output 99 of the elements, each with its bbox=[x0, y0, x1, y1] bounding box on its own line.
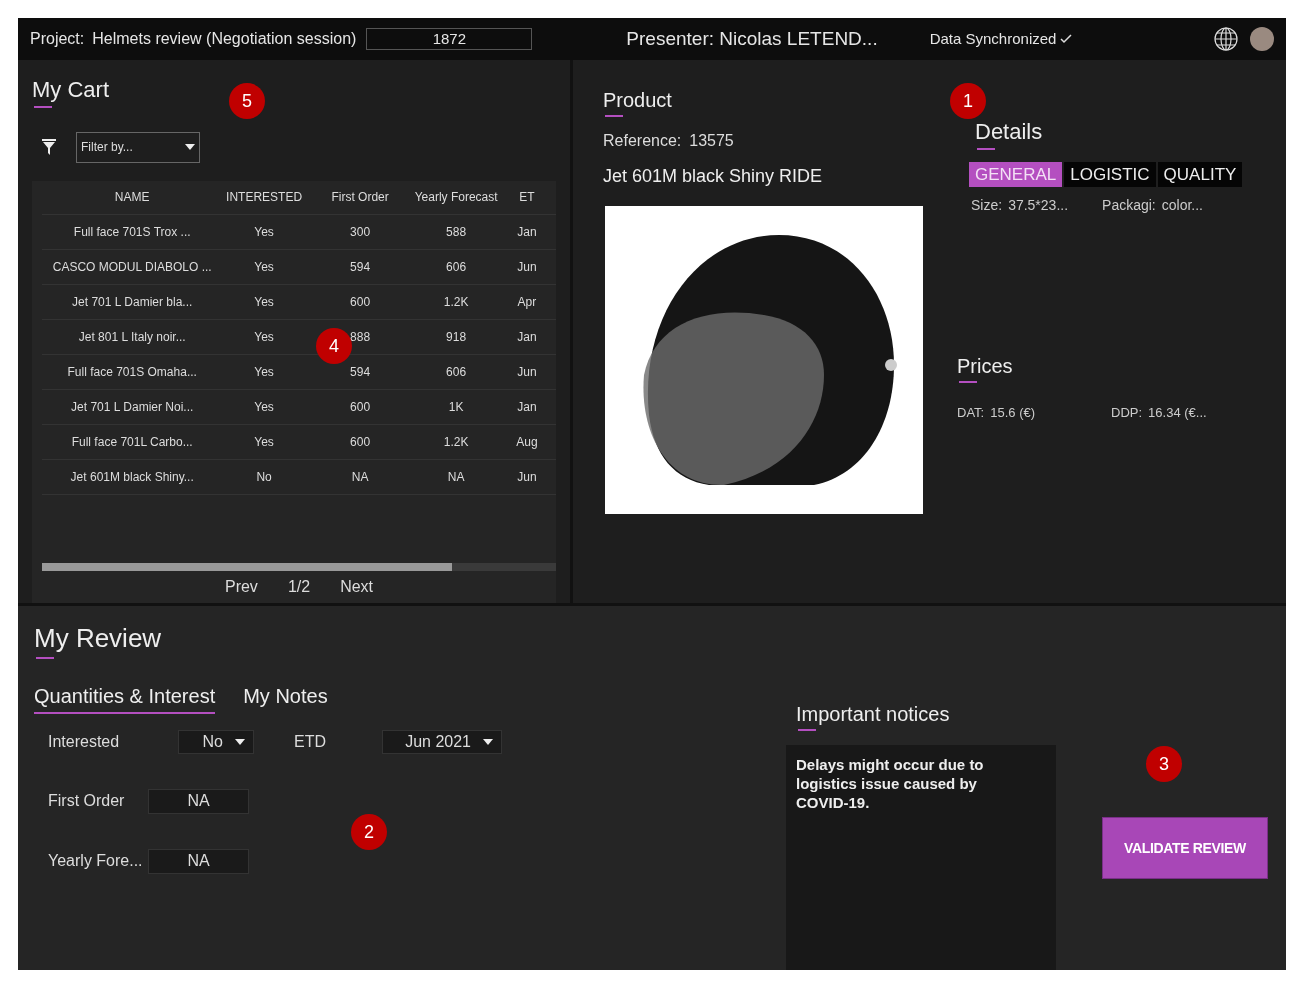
table-cell-text: NA bbox=[447, 468, 465, 486]
section-title: Product bbox=[603, 88, 672, 113]
table-cell-text: 888 bbox=[350, 328, 371, 346]
table-row[interactable]: Full face 701S Trox ... Yes 300 588 Jan bbox=[42, 214, 556, 250]
price-value: 15.6 (€) bbox=[990, 403, 1036, 422]
table-row[interactable]: Jet 601M black Shiny... No NA NA Jun bbox=[42, 459, 556, 495]
details-tab[interactable]: LOGISTIC bbox=[1064, 161, 1156, 187]
caret-icon bbox=[235, 738, 245, 745]
price-label: DAT: bbox=[957, 403, 985, 422]
table-cell-text: 606 bbox=[446, 258, 467, 276]
table-cell-text: Yes bbox=[254, 328, 274, 346]
table-row[interactable]: Jet 701 L Damier Noi... Yes 600 1K Jan bbox=[42, 389, 556, 425]
interested-dropdown[interactable]: No bbox=[178, 729, 254, 754]
column-header[interactable]: NAME bbox=[114, 188, 150, 206]
field-label: Packagi: bbox=[1102, 195, 1156, 215]
table-cell-text: Jan bbox=[517, 223, 537, 241]
table-row[interactable]: Full face 701L Carbo... Yes 600 1.2K Aug bbox=[42, 424, 556, 460]
field-label: Size: bbox=[971, 195, 1003, 215]
etd-dropdown[interactable]: Jun 2021 bbox=[382, 729, 502, 754]
price-value: 16.34 (€... bbox=[1148, 403, 1207, 422]
field-label: First Order bbox=[48, 791, 126, 811]
section-title: Details bbox=[975, 118, 1043, 146]
details-tab[interactable]: QUALITY bbox=[1157, 161, 1243, 187]
table-cell-text: Full face 701S Trox ... bbox=[73, 223, 191, 241]
table-cell-text: Yes bbox=[254, 433, 274, 451]
field-label: ETD bbox=[294, 731, 327, 752]
field-label: Yearly Fore... bbox=[48, 851, 144, 871]
section-title: My Review bbox=[34, 622, 162, 655]
caret-icon bbox=[483, 738, 493, 745]
project-label: Project: bbox=[30, 29, 85, 49]
table-cell-text: Jun bbox=[517, 258, 537, 276]
review-tab[interactable]: My Notes bbox=[243, 680, 328, 714]
quantity-field[interactable]: NA bbox=[148, 788, 249, 814]
table-cell-text: Yes bbox=[254, 258, 274, 276]
check-icon bbox=[1060, 34, 1073, 44]
table-cell-text: 1K bbox=[448, 398, 464, 416]
filter-dropdown[interactable]: Filter by... bbox=[76, 131, 200, 163]
column-header[interactable]: INTERESTED bbox=[226, 188, 303, 206]
table-cell-text: Aug bbox=[516, 433, 538, 451]
prev-button[interactable]: Prev bbox=[224, 575, 258, 599]
presenter-name: Presenter: Nicolas LETEND... bbox=[626, 26, 878, 51]
column-header[interactable]: ET bbox=[519, 188, 535, 206]
field-label: Interested bbox=[48, 731, 121, 752]
section-title: Important notices bbox=[796, 702, 950, 727]
table-cell-text: Full face 701L Carbo... bbox=[71, 433, 193, 451]
table-cell-text: 1.2K bbox=[443, 433, 469, 451]
table-cell-text: Jun bbox=[517, 468, 537, 486]
table-cell-text: 600 bbox=[350, 398, 371, 416]
table-cell-text: Jan bbox=[517, 328, 537, 346]
table-cell-text: Jet 601M black Shiny... bbox=[70, 468, 194, 486]
table-row[interactable]: CASCO MODUL DIABOLO ... Yes 594 606 Jun bbox=[42, 249, 556, 285]
project-name: Helmets review (Negotiation session) bbox=[92, 29, 357, 49]
page-indicator: 1/2 bbox=[287, 577, 311, 597]
field-value: color... bbox=[1161, 195, 1203, 215]
user-avatar[interactable] bbox=[1250, 27, 1274, 51]
table-cell-text: 300 bbox=[350, 223, 371, 241]
table-cell-text: 1.2K bbox=[443, 293, 469, 311]
filter-icon[interactable] bbox=[42, 139, 56, 155]
table-cell-text: No bbox=[256, 468, 272, 486]
notice-text: Delays might occur due to logistics issue caused by COVID-19. bbox=[796, 755, 985, 812]
section-title: My Cart bbox=[32, 76, 109, 104]
table-cell-text: Jet 801 L Italy noir... bbox=[78, 328, 186, 346]
table-cell-text: Yes bbox=[254, 363, 274, 381]
next-button[interactable]: Next bbox=[340, 575, 374, 599]
table-row[interactable]: Jet 701 L Damier bla... Yes 600 1.2K Apr bbox=[42, 284, 556, 320]
table-cell-text: 606 bbox=[446, 363, 467, 381]
table-cell-text: Full face 701S Omaha... bbox=[67, 363, 197, 381]
table-cell-text: 594 bbox=[350, 363, 371, 381]
table-cell-text: NA bbox=[351, 468, 369, 486]
table-cell-text: Yes bbox=[254, 293, 274, 311]
sync-status: Data Synchronized bbox=[929, 28, 1057, 49]
table-cell-text: CASCO MODUL DIABOLO ... bbox=[52, 258, 212, 276]
field-value: 37.5*23... bbox=[1008, 195, 1069, 215]
validate-review-button[interactable]: VALIDATE REVIEW bbox=[1102, 817, 1268, 879]
horizontal-scrollbar[interactable] bbox=[42, 563, 556, 571]
caret-icon bbox=[185, 144, 195, 150]
table-cell-text: Jan bbox=[517, 398, 537, 416]
project-code-field[interactable]: 1872 bbox=[366, 28, 533, 50]
table-cell-text: 588 bbox=[446, 223, 467, 241]
price-label: DDP: bbox=[1111, 403, 1143, 422]
reference-label: Reference: bbox=[603, 131, 682, 151]
table-cell-text: 594 bbox=[350, 258, 371, 276]
table-cell-text: 600 bbox=[350, 293, 371, 311]
product-name: Jet 601M black Shiny RIDE bbox=[603, 165, 824, 188]
table-cell-text: Jet 701 L Damier bla... bbox=[72, 293, 193, 311]
table-cell-text: Yes bbox=[254, 398, 274, 416]
table-cell-text: Jet 701 L Damier Noi... bbox=[71, 398, 194, 416]
table-cell-text: 918 bbox=[446, 328, 467, 346]
table-cell-text: Apr bbox=[517, 293, 537, 311]
review-tab[interactable]: Quantities & Interest bbox=[34, 680, 216, 714]
table-cell-text: Jun bbox=[517, 363, 537, 381]
globe-icon[interactable] bbox=[1214, 27, 1238, 51]
section-title: Prices bbox=[957, 353, 1013, 379]
table-cell-text: Yes bbox=[254, 223, 274, 241]
quantity-field[interactable]: NA bbox=[148, 848, 249, 874]
reference-value: 13575 bbox=[689, 131, 734, 151]
column-header[interactable]: Yearly Forecast bbox=[414, 188, 498, 206]
table-cell-text: 600 bbox=[350, 433, 371, 451]
column-header[interactable]: First Order bbox=[331, 188, 389, 206]
